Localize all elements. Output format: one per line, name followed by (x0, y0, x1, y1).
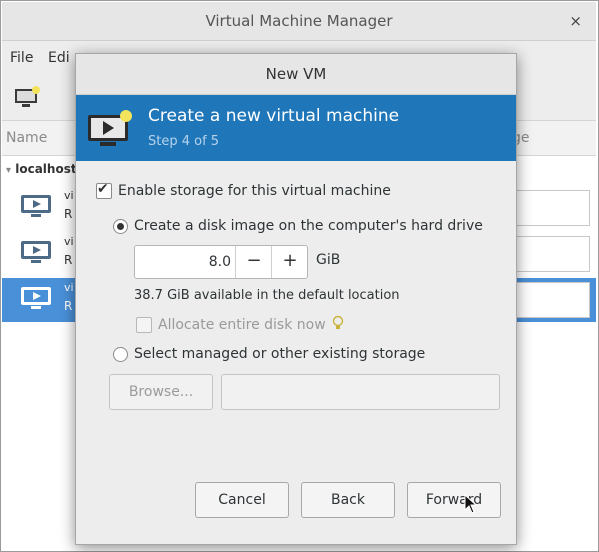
window-titlebar: Virtual Machine Manager (2, 2, 596, 41)
increment-button[interactable]: + (271, 246, 308, 278)
expander-icon[interactable]: ▾ (6, 165, 11, 176)
close-icon[interactable]: × (569, 2, 582, 40)
lightbulb-icon (332, 315, 344, 335)
checkbox-box[interactable] (96, 181, 112, 199)
radio-dot[interactable] (113, 218, 128, 234)
disk-size-unit: GiB (316, 252, 341, 268)
vm-name: vi (64, 189, 74, 202)
mouse-cursor-icon (464, 494, 478, 514)
wizard-step: Step 4 of 5 (148, 134, 220, 149)
new-vm-dialog: New VM Create a new virtual machine Step… (75, 53, 517, 545)
vm-status: R (64, 207, 73, 221)
checkbox-box[interactable] (136, 317, 152, 333)
wizard-header: Create a new virtual machine Step 4 of 5 (76, 95, 516, 161)
connection-label: localhost (15, 162, 77, 176)
monitor-icon (15, 86, 40, 107)
monitor-icon (21, 195, 51, 217)
allocate-entire-label: Allocate entire disk now (158, 317, 326, 333)
monitor-icon (88, 110, 132, 146)
monitor-icon (21, 287, 51, 309)
menu-edit[interactable]: Edi (48, 50, 70, 66)
select-existing-label: Select managed or other existing storage (134, 346, 426, 362)
disk-size-value[interactable]: 8.0 (135, 246, 231, 278)
radio-dot[interactable] (113, 346, 128, 362)
vm-status: R (64, 253, 73, 267)
create-disk-radio[interactable]: Create a disk image on the computer's ha… (113, 218, 483, 234)
decrement-button[interactable]: − (235, 246, 272, 278)
vm-name: vi (64, 235, 74, 248)
create-disk-label: Create a disk image on the computer's ha… (134, 218, 483, 234)
enable-storage-checkbox[interactable]: Enable storage for this virtual machine (96, 181, 391, 199)
back-button[interactable]: Back (301, 482, 395, 518)
monitor-icon (21, 241, 51, 263)
vm-status: R (64, 299, 73, 313)
column-name[interactable]: Name (6, 130, 47, 146)
disk-size-stepper[interactable]: 8.0 − + (134, 245, 308, 279)
enable-storage-label: Enable storage for this virtual machine (118, 183, 391, 199)
wizard-title: Create a new virtual machine (148, 106, 400, 126)
storage-path-field[interactable] (221, 374, 500, 410)
cancel-button[interactable]: Cancel (195, 482, 289, 518)
forward-button[interactable]: Forward (407, 482, 501, 518)
vm-name: vi (64, 281, 74, 294)
window-title: Virtual Machine Manager (205, 12, 393, 30)
menu-file[interactable]: File (10, 50, 33, 66)
browse-button[interactable]: Browse... (109, 374, 213, 410)
allocate-entire-checkbox[interactable]: Allocate entire disk now (136, 315, 344, 335)
select-existing-radio[interactable]: Select managed or other existing storage (113, 346, 425, 362)
dialog-title: New VM (265, 65, 327, 83)
dialog-titlebar: New VM (76, 54, 516, 95)
new-vm-button[interactable] (14, 86, 42, 108)
connection-row[interactable]: ▾ localhost (6, 162, 77, 176)
available-space: 38.7 GiB available in the default locati… (134, 288, 400, 303)
